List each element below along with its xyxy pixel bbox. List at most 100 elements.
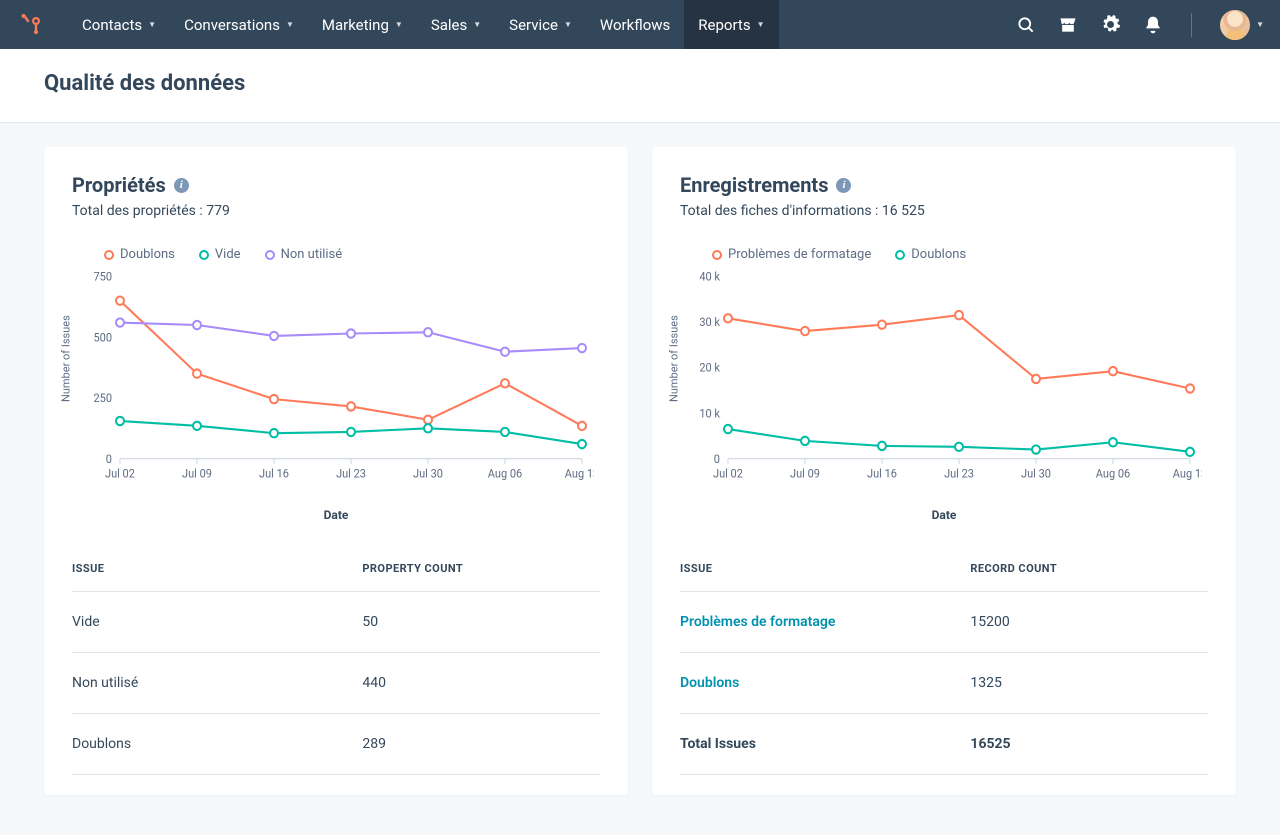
table-row: Total Issues16525	[680, 714, 1208, 775]
info-icon[interactable]: i	[836, 178, 851, 193]
svg-text:Jul 23: Jul 23	[944, 467, 974, 480]
chevron-down-icon: ▼	[286, 20, 294, 29]
chart-container: Number of Issues 010 k20 k30 k40 kJul 02…	[682, 268, 1202, 508]
avatar	[1220, 10, 1250, 40]
svg-text:Jul 16: Jul 16	[867, 467, 897, 480]
nav-item-label: Service	[509, 16, 558, 34]
chevron-down-icon: ▼	[395, 20, 403, 29]
chevron-down-icon: ▼	[473, 20, 481, 29]
svg-text:Jul 09: Jul 09	[790, 467, 820, 480]
count-cell: 16525	[970, 714, 1208, 775]
legend-item[interactable]: Non utilisé	[265, 247, 343, 262]
nav-item-service[interactable]: Service ▼	[495, 0, 586, 49]
info-icon[interactable]: i	[174, 178, 189, 193]
hubspot-logo-icon[interactable]	[20, 13, 44, 37]
svg-text:Aug 13: Aug 13	[565, 467, 594, 480]
page-title: Qualité des données	[44, 71, 1236, 96]
records-card: Enregistrements i Total des fiches d'inf…	[652, 147, 1236, 795]
nav-item-label: Conversations	[184, 16, 280, 34]
col-header: RECORD COUNT	[970, 562, 1208, 592]
svg-text:0: 0	[714, 453, 720, 466]
issue-cell: Doublons	[72, 714, 362, 775]
svg-text:Aug 06: Aug 06	[1096, 467, 1130, 480]
records-chart: 0 10 k 20 k 30 k 40 k Jul 02 Jul 09 Jul 16 Jul 2…	[682, 268, 1202, 488]
nav-item-label: Sales	[431, 16, 467, 34]
count-cell: 289	[362, 714, 600, 775]
svg-text:20 k: 20 k	[699, 361, 720, 374]
svg-text:Aug 06: Aug 06	[488, 467, 522, 480]
card-title-text: Enregistrements	[680, 173, 828, 197]
nav-item-marketing[interactable]: Marketing ▼	[308, 0, 417, 49]
issue-cell[interactable]: Problèmes de formatage	[680, 592, 970, 653]
marketplace-icon[interactable]	[1058, 15, 1078, 35]
issue-cell: Total Issues	[680, 714, 970, 775]
col-header: PROPERTY COUNT	[362, 562, 600, 592]
svg-text:Jul 23: Jul 23	[336, 467, 366, 480]
col-header: ISSUE	[72, 562, 362, 592]
x-axis-label: Date	[680, 508, 1208, 522]
bell-icon[interactable]	[1143, 15, 1163, 35]
search-icon[interactable]	[1016, 15, 1036, 35]
svg-text:Jul 30: Jul 30	[413, 467, 443, 480]
nav-item-label: Contacts	[82, 16, 142, 34]
table-row: Doublons1325	[680, 653, 1208, 714]
nav-item-conversations[interactable]: Conversations ▼	[170, 0, 308, 49]
svg-text:30 k: 30 k	[699, 316, 720, 329]
chart-legend: Problèmes de formatage Doublons	[712, 247, 1208, 262]
count-cell: 50	[362, 592, 600, 653]
nav-item-sales[interactable]: Sales ▼	[417, 0, 495, 49]
nav-item-label: Marketing	[322, 16, 389, 34]
table-row: Doublons289	[72, 714, 600, 775]
card-title: Propriétés i	[72, 173, 600, 197]
chevron-down-icon: ▼	[757, 20, 765, 29]
count-cell: 1325	[970, 653, 1208, 714]
properties-card: Propriétés i Total des propriétés : 779 …	[44, 147, 628, 795]
nav-utilities: ▼	[1016, 10, 1264, 40]
legend-item[interactable]: Problèmes de formatage	[712, 247, 871, 262]
table-row: Problèmes de formatage15200	[680, 592, 1208, 653]
nav-menu: Contacts▼Conversations▼Marketing▼Sales▼S…	[68, 0, 779, 49]
account-menu[interactable]: ▼	[1220, 10, 1264, 40]
chart-container: Number of Issues 0250500750Jul 02Jul 09J…	[74, 268, 594, 508]
svg-text:Jul 09: Jul 09	[182, 467, 212, 480]
nav-item-workflows[interactable]: Workflows	[586, 0, 684, 49]
svg-text:750: 750	[93, 270, 112, 283]
svg-text:0: 0	[106, 453, 112, 466]
issue-cell: Non utilisé	[72, 653, 362, 714]
y-axis-label: Number of Issues	[668, 316, 681, 403]
svg-text:Aug 13: Aug 13	[1173, 467, 1202, 480]
svg-text:10 k: 10 k	[699, 407, 720, 420]
legend-item[interactable]: Doublons	[104, 247, 175, 262]
table-row: Vide50	[72, 592, 600, 653]
gear-icon[interactable]	[1100, 14, 1121, 35]
x-axis-label: Date	[72, 508, 600, 522]
issue-cell[interactable]: Doublons	[680, 653, 970, 714]
col-header: ISSUE	[680, 562, 970, 592]
chevron-down-icon: ▼	[564, 20, 572, 29]
card-title-text: Propriétés	[72, 173, 166, 197]
nav-item-reports[interactable]: Reports ▼	[684, 0, 778, 49]
nav-item-label: Workflows	[600, 16, 670, 34]
svg-text:Jul 30: Jul 30	[1021, 467, 1051, 480]
page-header: Qualité des données	[0, 49, 1280, 123]
svg-text:Jul 16: Jul 16	[259, 467, 289, 480]
records-table: ISSUE RECORD COUNT Problèmes de formatag…	[680, 562, 1208, 775]
issue-cell: Vide	[72, 592, 362, 653]
y-axis-label: Number of Issues	[60, 316, 73, 403]
svg-text:Jul 02: Jul 02	[713, 467, 743, 480]
svg-text:40 k: 40 k	[699, 270, 720, 283]
card-subtitle: Total des propriétés : 779	[72, 203, 600, 219]
count-cell: 440	[362, 653, 600, 714]
card-title: Enregistrements i	[680, 173, 1208, 197]
table-row: Non utilisé440	[72, 653, 600, 714]
legend-item[interactable]: Vide	[199, 247, 241, 262]
content-area: Propriétés i Total des propriétés : 779 …	[0, 123, 1280, 835]
nav-item-contacts[interactable]: Contacts▼	[68, 0, 170, 49]
properties-chart: 0250500750Jul 02Jul 09Jul 16Jul 23Jul 30…	[74, 268, 594, 488]
count-cell: 15200	[970, 592, 1208, 653]
legend-item[interactable]: Doublons	[895, 247, 966, 262]
top-nav: Contacts▼Conversations▼Marketing▼Sales▼S…	[0, 0, 1280, 49]
nav-item-label: Reports	[698, 16, 750, 34]
properties-table: ISSUE PROPERTY COUNT Vide50Non utilisé44…	[72, 562, 600, 775]
svg-text:250: 250	[93, 392, 112, 405]
